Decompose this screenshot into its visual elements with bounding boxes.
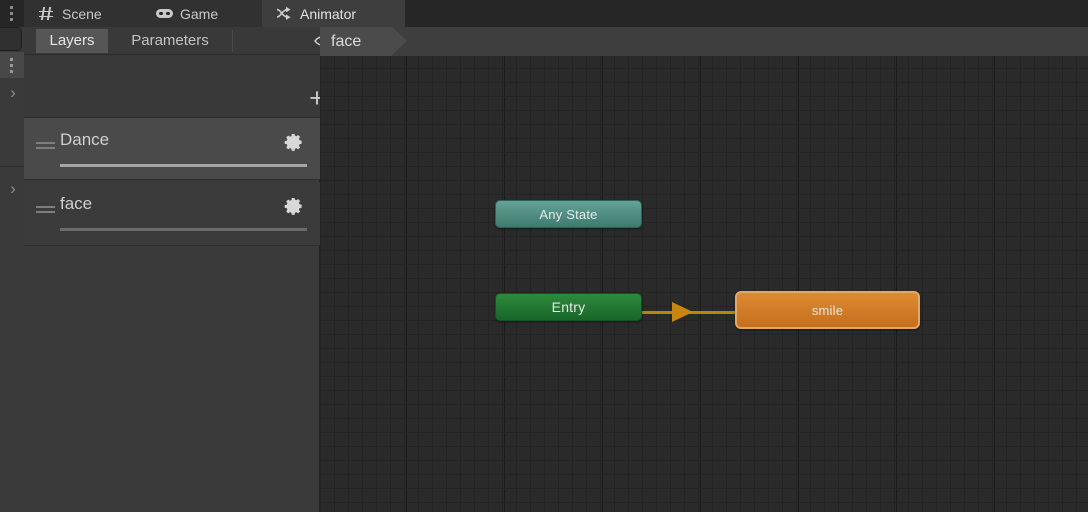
transition-arrow-icon <box>276 6 293 21</box>
breadcrumb-label: face <box>331 32 362 50</box>
tab-scene[interactable]: Scene <box>24 0 142 27</box>
layer-name-dance: Dance <box>60 130 110 149</box>
state-node-any-state-label: Any State <box>539 206 598 222</box>
hash-grid-icon <box>38 6 55 21</box>
drag-handle-icon[interactable] <box>36 142 55 151</box>
tab-scene-label: Scene <box>62 5 102 22</box>
tab-game-label: Game <box>180 5 219 22</box>
layer-row-dance[interactable]: Dance <box>24 117 320 180</box>
layer-row-face[interactable]: face <box>24 182 320 245</box>
editor-tab-bar: Scene Game Animator <box>24 0 1088 27</box>
collapsed-tab-block[interactable] <box>0 27 22 51</box>
drag-handle-icon[interactable] <box>36 206 55 215</box>
layer-weight-bar-face[interactable] <box>60 228 307 231</box>
breadcrumb-chevron-icon <box>392 27 407 55</box>
panel-menu-dots-icon[interactable] <box>7 58 16 73</box>
gamepad-icon <box>156 6 173 21</box>
panel-divider-top <box>24 54 320 55</box>
state-node-any-state[interactable]: Any State <box>495 200 642 228</box>
toolbar-divider <box>232 30 233 52</box>
tab-bar-empty-area <box>405 0 1088 27</box>
animator-graph-area: face Any State Entry smile <box>320 27 1088 512</box>
tab-animator[interactable]: Animator <box>262 0 405 27</box>
state-node-entry-label: Entry <box>551 299 586 315</box>
left-strip-divider <box>0 166 24 167</box>
transition-arrowhead-icon[interactable] <box>672 302 693 322</box>
layers-panel-toolbar-row2 <box>24 55 320 121</box>
breadcrumb-bar: face <box>320 27 1088 56</box>
state-node-smile[interactable]: smile <box>735 291 920 329</box>
layer-name-face: face <box>60 194 93 213</box>
unity-animator-window: › › Scene Game Animator Layers Parameter… <box>0 0 1088 512</box>
left-edge-strip: › › <box>0 0 24 512</box>
layers-panel: Layers Parameters + Dance face <box>24 27 338 512</box>
subtab-parameters-label: Parameters <box>131 32 209 49</box>
state-node-smile-label: smile <box>811 302 844 318</box>
panel-divider-bottom <box>24 245 320 246</box>
gear-icon[interactable] <box>284 196 304 216</box>
tab-game[interactable]: Game <box>142 0 262 27</box>
breadcrumb-item-face[interactable]: face <box>320 27 392 56</box>
subtab-layers[interactable]: Layers <box>36 29 108 53</box>
expand-panel-chevron-right-icon[interactable]: › <box>5 83 21 103</box>
state-machine-grid[interactable]: Any State Entry smile <box>320 56 1088 512</box>
layer-weight-bar-dance[interactable] <box>60 164 307 167</box>
subtab-layers-label: Layers <box>49 32 95 49</box>
tab-animator-label: Animator <box>300 5 357 22</box>
subtab-parameters[interactable]: Parameters <box>113 29 227 53</box>
window-menu-dots-icon[interactable] <box>7 6 16 21</box>
layers-panel-toolbar: Layers Parameters <box>24 27 338 55</box>
expand-panel-2-chevron-right-icon[interactable]: › <box>5 179 21 199</box>
gear-icon[interactable] <box>284 132 304 152</box>
state-node-entry[interactable]: Entry <box>495 293 642 321</box>
